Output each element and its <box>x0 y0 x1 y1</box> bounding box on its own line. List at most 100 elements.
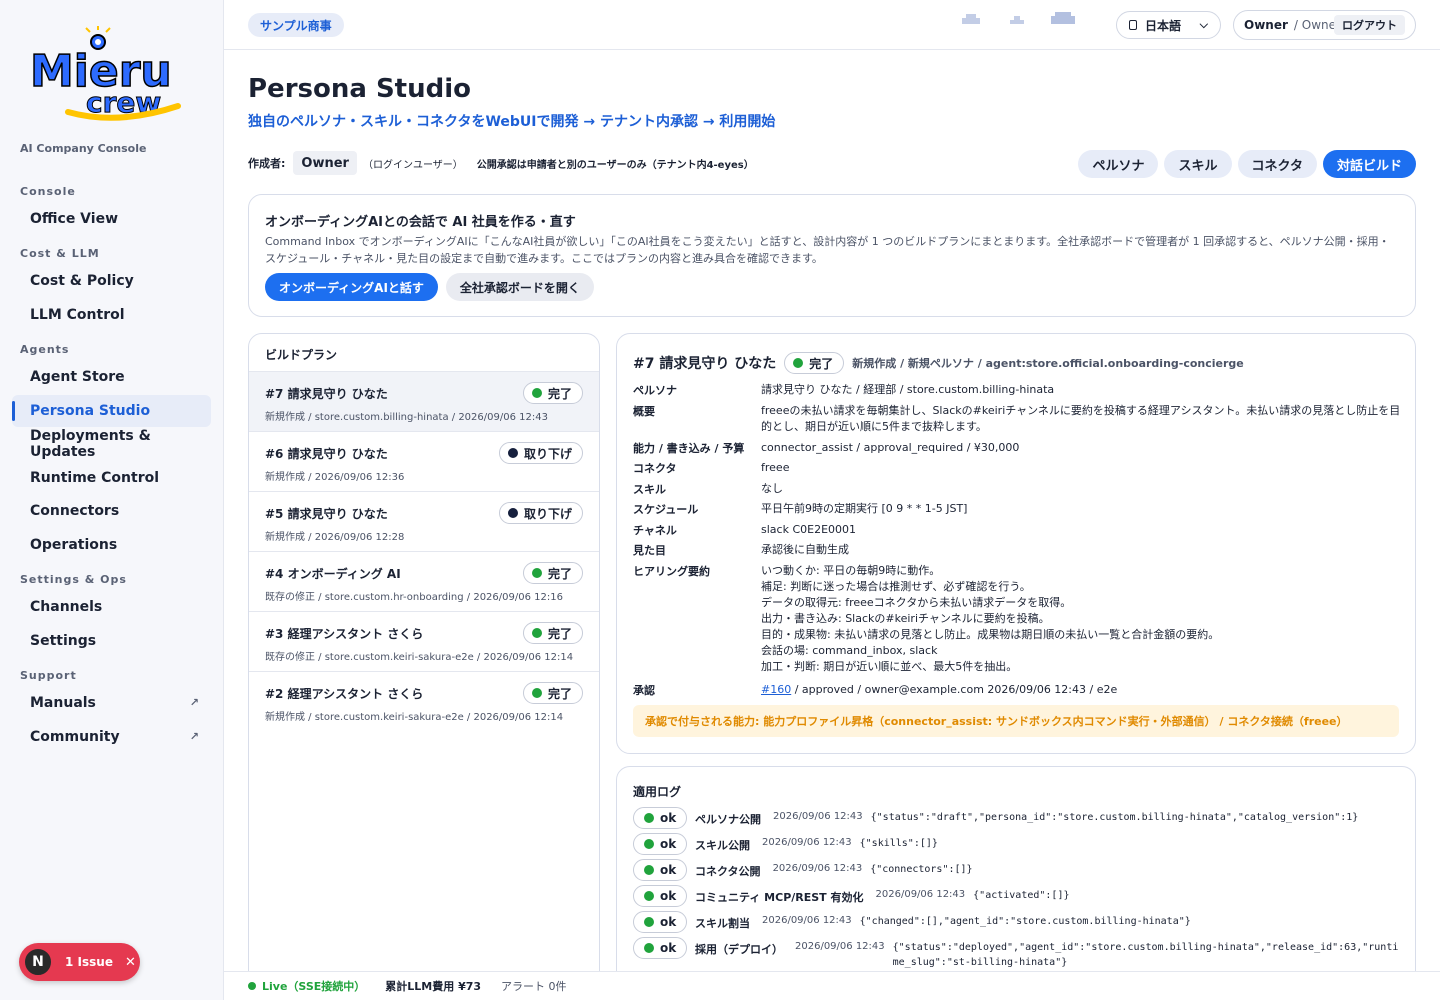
plan-meta: 新規作成 / store.custom.billing-hinata / 202… <box>265 412 548 423</box>
sidebar-item-office-view[interactable]: Office View <box>12 203 211 235</box>
hearing-line: いつ動くか: 平日の毎朝9時に動作。 <box>761 564 941 577</box>
sidebar-item-runtime-control[interactable]: Runtime Control <box>12 462 211 494</box>
plan-meta: 新規作成 / 2026/09/06 12:36 <box>265 472 405 483</box>
talk-to-onboarding-ai-button[interactable]: オンボーディングAIと話す <box>265 273 438 301</box>
detail-title: #7 請求見守り ひなた <box>633 356 777 372</box>
field-label: ペルソナ <box>633 384 677 397</box>
language-select[interactable]: 日本語 ⌵ <box>1116 11 1221 39</box>
list-item[interactable]: #5 請求見守り ひなた 新規作成 / 2026/09/06 12:28 取り下… <box>249 491 599 551</box>
detail-meta: 新規作成 / 新規ペルソナ / agent:store.official.onb… <box>852 357 1244 370</box>
live-indicator: Live（SSE接続中） <box>248 978 365 994</box>
sidebar-item-label: LLM Control <box>30 307 125 323</box>
field-label: 承認 <box>633 684 655 697</box>
log-row: ok コネクタ公開 2026/09/06 12:43 {"connectors"… <box>633 859 973 881</box>
field-capability: connector_assist / approval_required / ¥… <box>761 441 1020 454</box>
tab-conversational-build[interactable]: 対話ビルド <box>1322 150 1416 178</box>
log-label: コミュニティ MCP/REST 有効化 <box>695 891 864 904</box>
language-value: 日本語 <box>1145 18 1182 33</box>
status-badge: 取り下げ <box>498 442 583 464</box>
nav-group-support: Support <box>20 669 77 682</box>
status-dot-icon <box>644 839 654 849</box>
sidebar-item-agent-store[interactable]: Agent Store <box>12 361 211 393</box>
sidebar-item-operations[interactable]: Operations <box>12 529 211 561</box>
status-dot-icon <box>531 688 542 698</box>
status-text: 完了 <box>547 386 572 401</box>
sidebar-item-settings[interactable]: Settings <box>12 625 211 657</box>
sidebar-item-llm-control[interactable]: LLM Control <box>12 299 211 331</box>
sidebar-item-label: Runtime Control <box>30 470 160 486</box>
open-approval-board-button[interactable]: 全社承認ボードを開く <box>445 273 594 301</box>
field-label: 能力 / 書き込み / 予算 <box>633 442 745 455</box>
log-label: コネクタ公開 <box>695 865 761 878</box>
log-row: ok スキル公開 2026/09/06 12:43 {"skills":[]} <box>633 833 938 855</box>
log-row: ok 採用（デプロイ） 2026/09/06 12:43 {"status":"… <box>633 937 1399 970</box>
list-item[interactable]: #3 経理アシスタント さくら 既存の修正 / store.custom.kei… <box>249 611 599 671</box>
log-label: 採用（デプロイ） <box>695 943 783 956</box>
mieru-crew-logo[interactable]: Mieru crew <box>28 26 192 122</box>
status-dot-icon <box>531 388 542 398</box>
status-badge: ok <box>633 833 687 855</box>
log-row: ok コミュニティ MCP/REST 有効化 2026/09/06 12:43 … <box>633 885 1069 907</box>
status-bar: Live（SSE接続中） 累計LLM費用 ¥73 アラート 0件 <box>224 971 1440 1000</box>
status-badge: 完了 <box>522 382 583 404</box>
status-text: ok <box>660 863 677 877</box>
user-name: Owner <box>1244 18 1288 32</box>
field-label: スキル <box>633 483 666 496</box>
issues-indicator[interactable]: N 1 Issue ✕ <box>19 943 140 981</box>
tab-persona[interactable]: ペルソナ <box>1078 150 1159 178</box>
tab-connector[interactable]: コネクタ <box>1237 150 1317 178</box>
hearing-line: 加工・判断: 期日が近い順に並べ、最大5件を抽出。 <box>761 660 1018 673</box>
sidebar-item-community[interactable]: Community ↗ <box>12 721 211 753</box>
log-json: {"status":"draft","persona_id":"store.cu… <box>870 812 1359 823</box>
sidebar-item-label: Manuals <box>30 695 96 711</box>
log-label: ペルソナ公開 <box>695 813 761 826</box>
nav-group-agents: Agents <box>20 343 70 356</box>
plan-detail-card: #7 請求見守り ひなた 完了 新規作成 / 新規ペルソナ / agent:st… <box>616 333 1416 754</box>
status-text: ok <box>660 915 677 929</box>
author-label: 作成者: <box>248 157 286 170</box>
status-text: 取り下げ <box>523 506 572 521</box>
sidebar-item-cost-policy[interactable]: Cost & Policy <box>12 265 211 297</box>
approval-link[interactable]: #160 <box>761 683 791 696</box>
sidebar-item-connectors[interactable]: Connectors <box>12 495 211 527</box>
approval-note: 公開承認は申請者と別のユーザーのみ（テナント内4-eyes） <box>476 159 754 171</box>
hearing-line: データの取得元: freeeコネクタから未払い請求データを取得。 <box>761 596 1072 609</box>
office-building-icon <box>1051 12 1075 24</box>
field-label: コネクタ <box>633 462 677 475</box>
logout-button[interactable]: ログアウト <box>1334 15 1405 35</box>
list-item[interactable]: #4 オンボーディング AI 既存の修正 / store.custom.hr-o… <box>249 551 599 611</box>
field-channel: slack C0E2E0001 <box>761 523 857 536</box>
sidebar-item-persona-studio[interactable]: Persona Studio <box>12 395 211 427</box>
log-time: 2026/09/06 12:43 <box>772 863 863 874</box>
sidebar-item-manuals[interactable]: Manuals ↗ <box>12 687 211 719</box>
status-dot-icon <box>644 813 654 823</box>
sidebar-item-label: Settings <box>30 633 97 649</box>
tenant-badge[interactable]: サンプル商事 <box>248 13 344 37</box>
live-text: Live（SSE接続中） <box>262 980 366 993</box>
field-label: ヒアリング要約 <box>633 565 710 578</box>
status-badge: 完了 <box>522 562 583 584</box>
tab-skill[interactable]: スキル <box>1164 150 1232 178</box>
onboarding-description: Command Inbox でオンボーディングAIに「こんなAI社員が欲しい」「… <box>265 235 1390 265</box>
status-dot-icon <box>644 917 654 927</box>
onboarding-title: オンボーディングAIとの会話で AI 社員を作る・直す <box>265 215 576 230</box>
list-item[interactable]: #6 請求見守り ひなた 新規作成 / 2026/09/06 12:36 取り下… <box>249 431 599 491</box>
build-plan-list: #7 請求見守り ひなた 新規作成 / store.custom.billing… <box>249 371 599 731</box>
status-dot-icon <box>793 358 804 368</box>
plan-meta: 既存の修正 / store.custom.hr-onboarding / 202… <box>265 592 563 603</box>
list-item[interactable]: #2 経理アシスタント さくら 新規作成 / store.custom.keir… <box>249 671 599 731</box>
sidebar-item-label: Community <box>30 729 120 745</box>
sidebar-item-deployments-updates[interactable]: Deployments & Updates <box>12 428 211 460</box>
plan-meta: 既存の修正 / store.custom.keiri-sakura-e2e / … <box>265 652 574 663</box>
list-item[interactable]: #7 請求見守り ひなた 新規作成 / store.custom.billing… <box>249 371 599 431</box>
status-dot-icon <box>507 448 518 458</box>
topbar: サンプル商事 日本語 ⌵ Owner / Owner ログアウト <box>224 0 1440 50</box>
close-icon[interactable]: ✕ <box>125 955 136 970</box>
hearing-line: 出力・書き込み: Slackの#keiriチャンネルに要約を投稿。 <box>761 612 1050 625</box>
log-json: {"skills":[]} <box>859 838 938 849</box>
user-menu: Owner / Owner ログアウト <box>1233 10 1416 40</box>
status-badge: ok <box>633 911 687 933</box>
status-text: 完了 <box>809 356 834 371</box>
status-badge: 取り下げ <box>498 502 583 524</box>
sidebar-item-channels[interactable]: Channels <box>12 591 211 623</box>
